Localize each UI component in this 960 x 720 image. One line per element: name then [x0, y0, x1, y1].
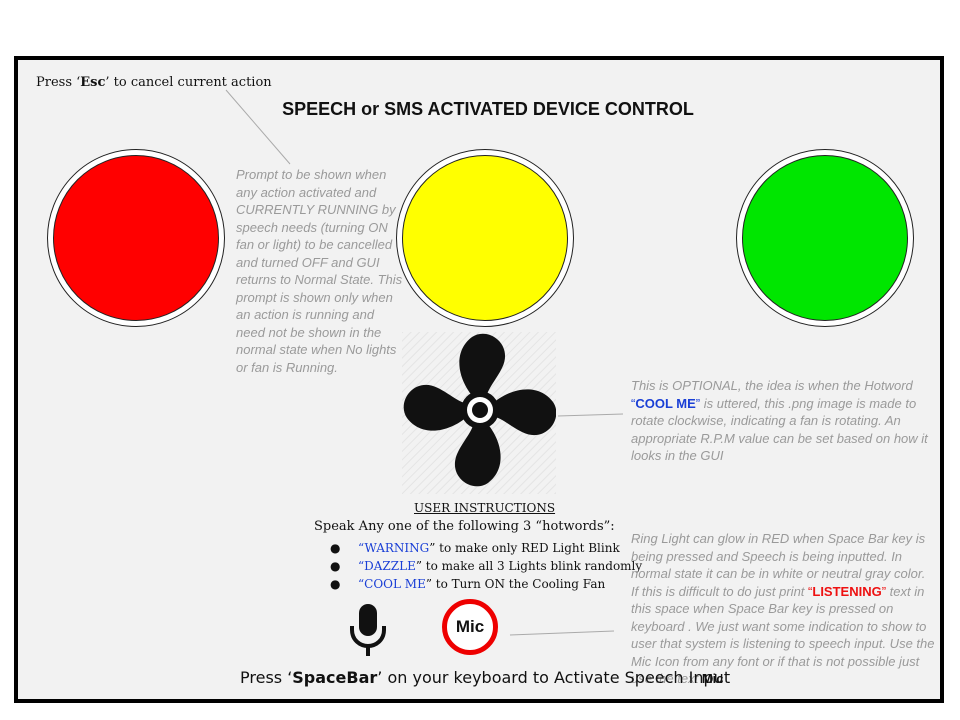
green-light-lens [742, 155, 908, 321]
listening-label: LISTENING [812, 583, 882, 599]
green-light[interactable] [736, 149, 914, 327]
bullet: ● [330, 559, 341, 573]
instructions-lead: Speak Any one of the following 3 “hotwor… [314, 519, 615, 534]
fan-note-keyword: COOL ME [635, 395, 696, 411]
red-light-lens [53, 155, 219, 321]
hotword-cool-me: COOL ME [364, 577, 426, 591]
mic-ring-button[interactable]: Mic [442, 599, 498, 655]
fan-connector [557, 413, 624, 417]
spacebar-hint-suffix: ’ on your keyboard to Activate Speech In… [377, 668, 731, 687]
instructions-title: USER INSTRUCTIONS [414, 501, 556, 515]
hotword-desc: ” to Turn ON the Cooling Fan [425, 577, 606, 591]
yellow-light-lens [402, 155, 568, 321]
app-window: Press ‘Esc’ to cancel current action SPE… [14, 56, 944, 703]
spacebar-hint: Press ‘SpaceBar’ on your keyboard to Act… [240, 668, 730, 687]
hotword-desc: ” to make all 3 Lights blink randomly [415, 559, 643, 573]
fan-note-before: This is OPTIONAL, the idea is when the H… [631, 378, 913, 393]
mic-connector [509, 630, 615, 636]
hotword-list: ● “WARNING” to make only RED Light Blink … [326, 539, 642, 593]
cancel-prompt-note: Prompt to be shown when any action activ… [236, 167, 403, 375]
hotword-warning: WARNING [364, 541, 430, 555]
fan-icon[interactable] [402, 332, 556, 494]
hotword-desc: ” to make only RED Light Blink [429, 541, 620, 555]
fan-note: This is OPTIONAL, the idea is when the H… [631, 377, 931, 465]
ring-light-note: Ring Light can glow in RED when Space Ba… [631, 530, 936, 688]
spacebar-key: SpaceBar [292, 668, 378, 687]
bullet: ● [330, 541, 341, 555]
microphone-icon[interactable] [348, 602, 388, 658]
list-item: ● “DAZZLE” to make all 3 Lights blink ran… [326, 557, 642, 575]
prompt-connector [225, 89, 291, 165]
spacebar-hint-prefix: Press ‘ [240, 668, 293, 687]
yellow-light[interactable] [396, 149, 574, 327]
list-item: ● “WARNING” to make only RED Light Blink [326, 539, 642, 557]
red-light[interactable] [47, 149, 225, 327]
hotword-dazzle: DAZZLE [364, 559, 416, 573]
bullet: ● [330, 577, 341, 591]
list-item: ● “COOL ME” to Turn ON the Cooling Fan [326, 575, 642, 593]
